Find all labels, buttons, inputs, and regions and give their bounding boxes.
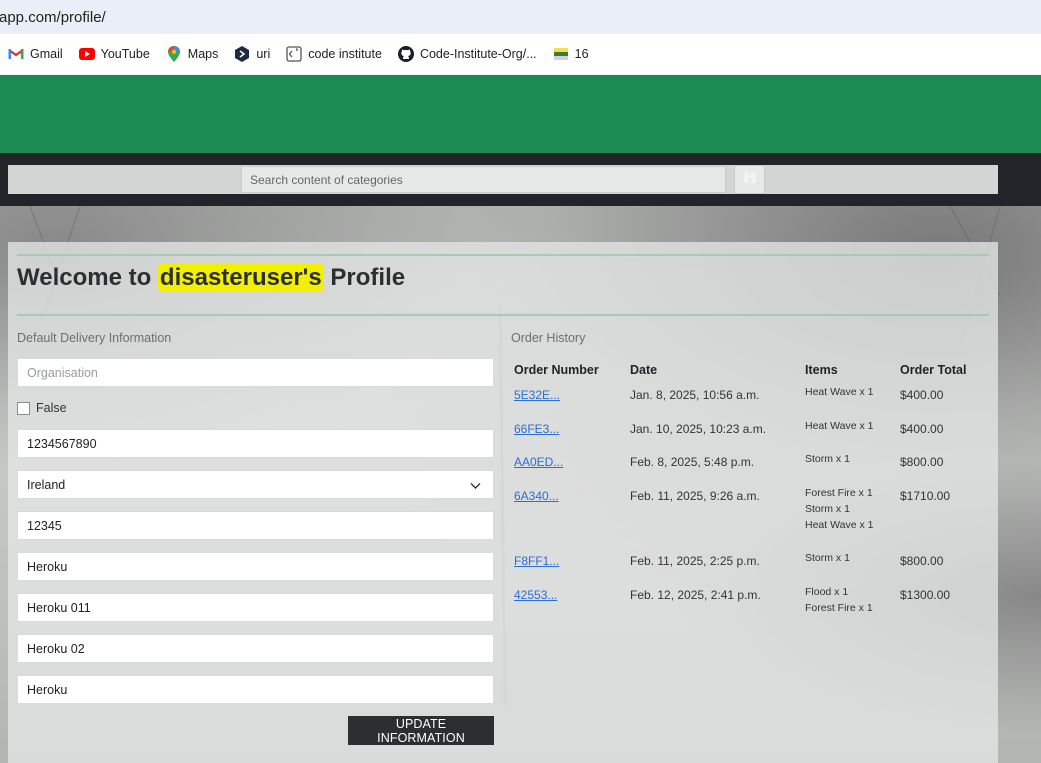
header-order-total: Order Total bbox=[900, 363, 967, 377]
order-item: Forest Fire x 1 bbox=[805, 602, 873, 614]
divider bbox=[17, 314, 989, 316]
country-value: Ireland bbox=[27, 477, 66, 492]
order-total: $800.00 bbox=[900, 554, 944, 568]
bookmark-label: YouTube bbox=[100, 47, 150, 61]
order-items: Flood x 1 Forest Fire x 1 bbox=[805, 584, 873, 616]
order-date: Jan. 8, 2025, 10:56 a.m. bbox=[630, 388, 760, 402]
postcode-field[interactable]: 12345 bbox=[17, 511, 494, 540]
github-icon bbox=[397, 46, 414, 62]
checkbox-label: False bbox=[36, 401, 67, 415]
bookmark-gmail[interactable]: Gmail bbox=[8, 46, 63, 62]
maps-icon bbox=[166, 46, 182, 62]
search-button[interactable] bbox=[734, 165, 765, 194]
phone-field[interactable]: 1234567890 bbox=[17, 429, 494, 458]
order-items: Storm x 1 bbox=[805, 550, 850, 566]
delivery-info-label: Default Delivery Information bbox=[17, 331, 172, 345]
header-date: Date bbox=[630, 363, 658, 377]
order-number-link[interactable]: 66FE3... bbox=[514, 422, 559, 436]
order-items: Storm x 1 bbox=[805, 451, 850, 467]
bookmark-label: Code-Institute-Org/... bbox=[419, 47, 537, 61]
flag-icon bbox=[553, 46, 569, 62]
header-order-number: Order Number bbox=[514, 363, 599, 377]
order-item: Flood x 1 bbox=[805, 586, 849, 598]
order-date: Feb. 11, 2025, 2:25 p.m. bbox=[630, 554, 760, 568]
chevron-down-icon bbox=[470, 479, 481, 493]
order-date: Feb. 8, 2025, 5:48 p.m. bbox=[630, 455, 755, 469]
binoculars-icon bbox=[743, 171, 757, 189]
order-item: Forest Fire x 1 bbox=[805, 487, 873, 499]
code-institute-icon bbox=[286, 46, 302, 62]
order-total: $1710.00 bbox=[900, 489, 951, 503]
url-text[interactable]: app.com/profile/ bbox=[0, 9, 106, 26]
order-date: Feb. 12, 2025, 2:41 p.m. bbox=[630, 588, 761, 602]
youtube-icon bbox=[78, 46, 95, 62]
order-number-link[interactable]: 42553... bbox=[514, 588, 557, 602]
search-input[interactable] bbox=[241, 166, 726, 193]
order-date: Feb. 11, 2025, 9:26 a.m. bbox=[630, 489, 760, 503]
order-item: Heat Wave x 1 bbox=[805, 519, 874, 531]
bookmark-code-institute[interactable]: code institute bbox=[286, 46, 382, 62]
order-date: Jan. 10, 2025, 10:23 a.m. bbox=[630, 422, 767, 436]
bookmark-uri[interactable]: uri bbox=[234, 46, 270, 62]
default-checkbox-row[interactable]: False bbox=[17, 401, 67, 415]
order-number-link[interactable]: 5E32E... bbox=[514, 388, 560, 402]
gmail-icon bbox=[8, 46, 24, 62]
search-navbar bbox=[0, 153, 1041, 206]
order-number-link[interactable]: 6A340... bbox=[514, 489, 559, 503]
title-prefix: Welcome to bbox=[17, 264, 152, 291]
bookmark-label: 16 bbox=[574, 47, 589, 61]
page-title: Welcome to disasteruser's Profile bbox=[17, 264, 405, 292]
hexagon-icon bbox=[234, 46, 250, 62]
header-items: Items bbox=[805, 363, 838, 377]
order-items: Heat Wave x 1 bbox=[805, 384, 873, 400]
order-number-link[interactable]: AA0ED... bbox=[514, 455, 563, 469]
order-item: Storm x 1 bbox=[805, 503, 850, 515]
bookmark-label: code institute bbox=[308, 47, 382, 61]
order-item: Heat Wave x 1 bbox=[805, 420, 874, 432]
update-information-button[interactable]: UPDATE INFORMATION bbox=[348, 716, 494, 745]
order-item: Storm x 1 bbox=[805, 453, 850, 465]
search-band bbox=[8, 165, 998, 194]
divider bbox=[17, 254, 989, 256]
street-address1-field[interactable]: Heroku 011 bbox=[17, 593, 494, 622]
bookmark-github[interactable]: Code-Institute-Org/... bbox=[397, 46, 537, 62]
order-total: $1300.00 bbox=[900, 588, 951, 602]
title-suffix: Profile bbox=[330, 264, 406, 291]
order-total: $800.00 bbox=[900, 455, 944, 469]
bookmark-16[interactable]: 16 bbox=[553, 46, 589, 62]
bookmark-youtube[interactable]: YouTube bbox=[78, 46, 150, 62]
bookmark-maps[interactable]: Maps bbox=[166, 46, 219, 62]
order-items: Forest Fire x 1 Storm x 1 Heat Wave x 1 bbox=[805, 485, 873, 533]
town-field[interactable]: Heroku bbox=[17, 552, 494, 581]
browser-url-bar[interactable]: app.com/profile/ bbox=[0, 0, 1041, 34]
bookmark-label: Maps bbox=[187, 47, 219, 61]
bookmark-label: uri bbox=[256, 47, 271, 61]
bookmark-label: Gmail bbox=[30, 47, 63, 61]
order-history-label: Order History bbox=[511, 331, 586, 345]
county-field[interactable]: Heroku bbox=[17, 675, 494, 704]
username-highlight: disasteruser's bbox=[157, 264, 324, 291]
bookmarks-bar: Gmail YouTube Maps uri code institute Co… bbox=[0, 34, 1041, 75]
order-total: $400.00 bbox=[900, 422, 944, 436]
order-item: Storm x 1 bbox=[805, 552, 850, 564]
order-total: $400.00 bbox=[900, 388, 944, 402]
country-select[interactable]: Ireland bbox=[17, 470, 494, 499]
checkbox[interactable] bbox=[17, 401, 30, 415]
site-header-banner bbox=[0, 75, 1041, 153]
street-address2-field[interactable]: Heroku 02 bbox=[17, 634, 494, 663]
order-items: Heat Wave x 1 bbox=[805, 418, 873, 434]
organisation-field[interactable]: Organisation bbox=[17, 358, 494, 387]
order-item: Heat Wave x 1 bbox=[805, 386, 874, 398]
order-number-link[interactable]: F8FF1... bbox=[514, 554, 559, 568]
